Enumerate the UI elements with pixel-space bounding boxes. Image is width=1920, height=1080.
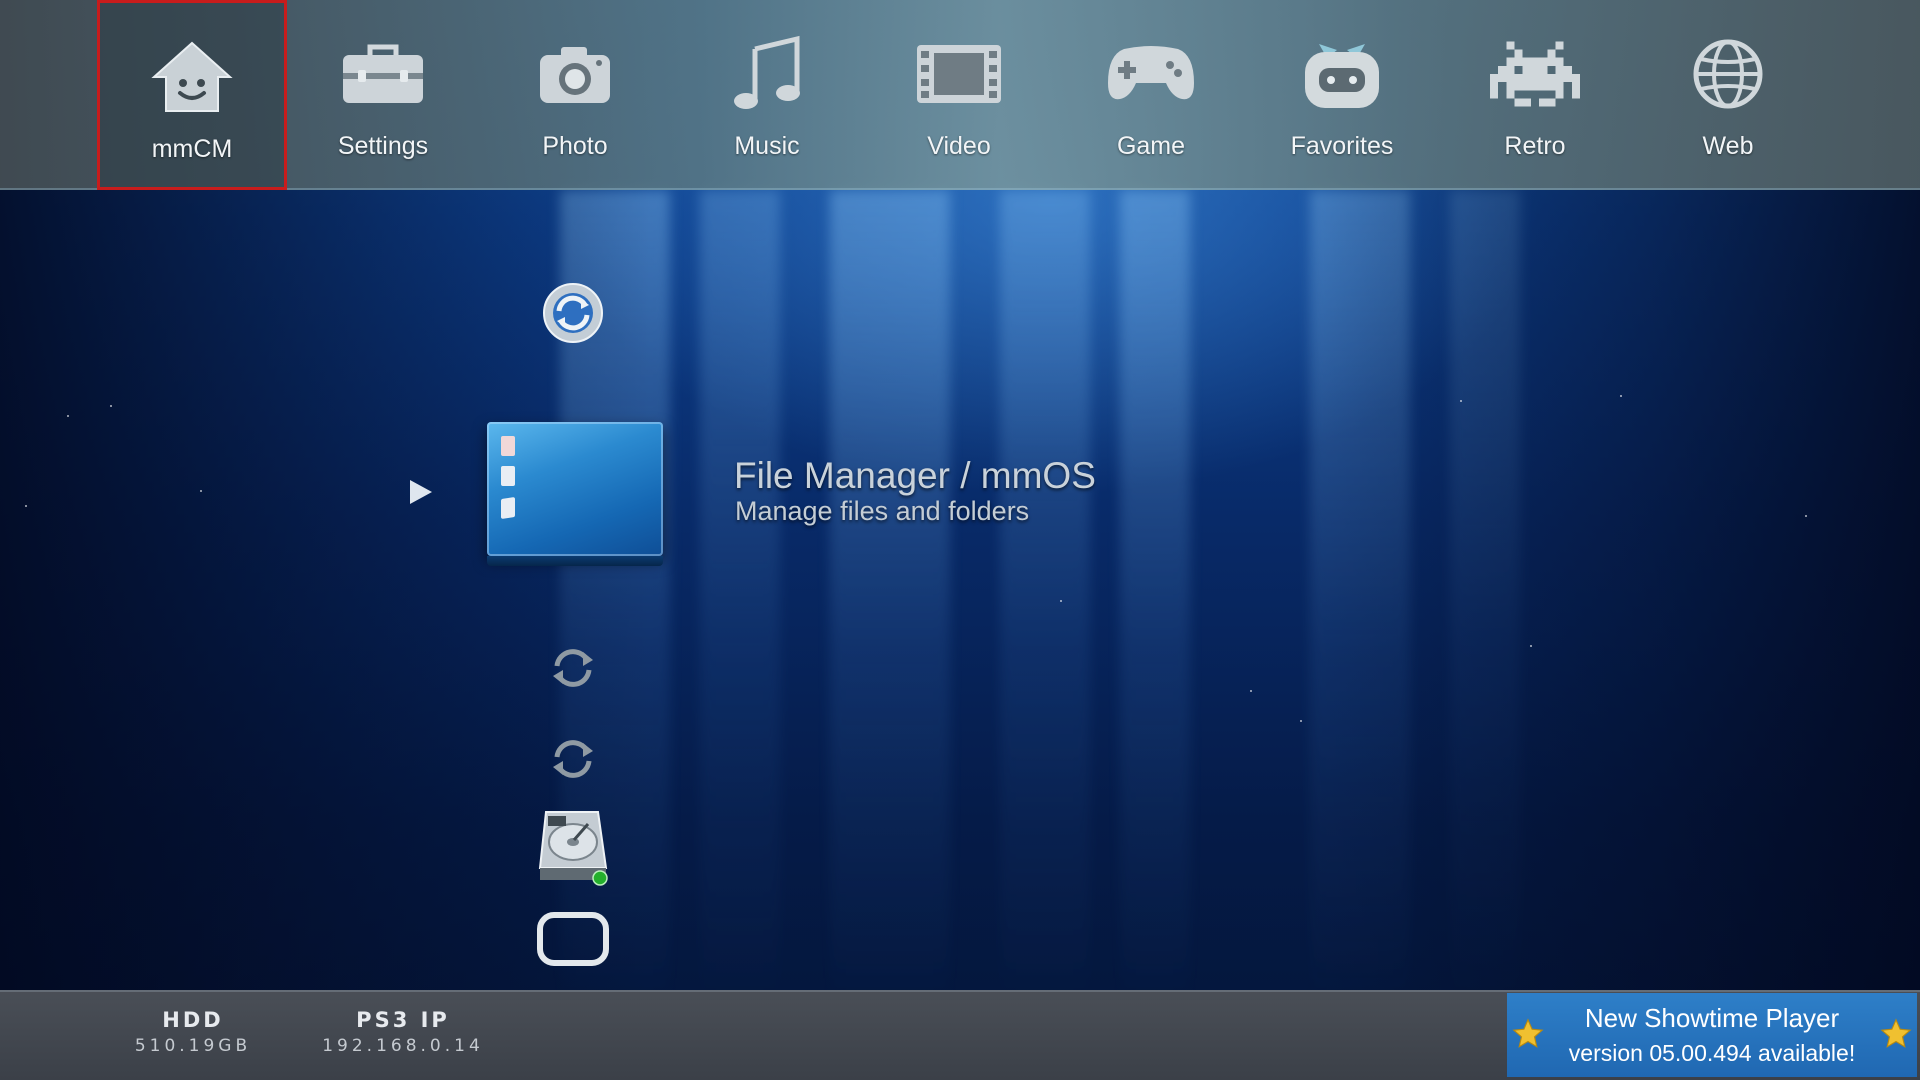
star-particle [1060,600,1062,602]
file-manager-icon[interactable] [487,422,663,566]
hard-drive-icon[interactable] [536,806,610,886]
space-invader-icon [1487,34,1583,114]
hdd-label: HDD [162,1008,224,1032]
light-ray [700,190,780,1020]
notification-detail: version 05.00.494 available! [1568,1040,1856,1066]
ip-label: PS3 IP [356,1008,450,1032]
light-ray [1450,190,1520,1020]
rounded-frame-icon[interactable] [536,910,610,968]
toolbox-icon [335,34,431,114]
refresh-circle-icon[interactable] [540,280,606,346]
document-icon [501,466,515,486]
star-icon [1880,1018,1912,1048]
category-label: Game [1116,132,1186,160]
refresh-arrows-icon[interactable] [548,646,598,690]
update-notification[interactable]: New Showtime Player version 05.00.494 av… [1507,993,1917,1077]
ip-info: PS3 IP 192.168.0.14 [308,1008,498,1056]
film-strip-icon [911,34,1007,114]
category-bar: mmCM Settings Photo Music Video Game Fav… [0,0,1920,190]
star-icon [1512,1018,1544,1048]
home-face-icon [144,37,240,117]
camera-icon [527,34,623,114]
star-particle [67,415,69,417]
category-label: mmCM [151,135,233,163]
star-particle [1300,720,1302,722]
category-favorites[interactable]: Favorites [1247,0,1437,190]
category-label: Favorites [1290,132,1394,160]
selected-item-title: File Manager / mmOS [734,455,1096,496]
thumbnail-base [487,556,663,566]
category-label: Settings [337,132,429,160]
notification-title: New Showtime Player [1584,1003,1840,1033]
category-video[interactable]: Video [864,0,1054,190]
category-label: Photo [542,132,608,160]
category-label: Retro [1504,132,1566,160]
hdd-info: HDD 510.19GB [118,1008,268,1056]
ip-value: 192.168.0.14 [322,1036,484,1056]
star-particle [25,505,27,507]
category-settings[interactable]: Settings [288,0,478,190]
star-particle [110,405,112,407]
selection-pointer-icon [410,480,432,504]
category-game[interactable]: Game [1056,0,1246,190]
document-icon [501,497,515,519]
category-label: Web [1702,132,1754,160]
globe-icon [1680,34,1776,114]
category-retro[interactable]: Retro [1440,0,1630,190]
category-label: Music [734,132,800,160]
gamepad-icon [1103,34,1199,114]
star-particle [1620,395,1622,397]
star-particle [200,490,202,492]
light-ray [1310,190,1410,1020]
selected-item-subtitle: Manage files and folders [735,496,1030,526]
music-note-icon [719,34,815,114]
robot-face-icon [1294,34,1390,114]
refresh-arrows-icon[interactable] [548,737,598,781]
category-web[interactable]: Web [1633,0,1823,190]
category-mmcm[interactable]: mmCM [97,0,287,190]
star-particle [1250,690,1252,692]
category-music[interactable]: Music [672,0,862,190]
category-label: Video [927,132,991,160]
light-ray [830,190,950,1020]
light-ray [1120,190,1190,1020]
light-ray [1000,190,1090,1020]
screen: mmCM Settings Photo Music Video Game Fav… [0,0,1920,1080]
star-particle [1530,645,1532,647]
star-particle [1805,515,1807,517]
document-icon [501,436,515,456]
hdd-value: 510.19GB [134,1036,252,1056]
category-photo[interactable]: Photo [480,0,670,190]
star-particle [1460,400,1462,402]
